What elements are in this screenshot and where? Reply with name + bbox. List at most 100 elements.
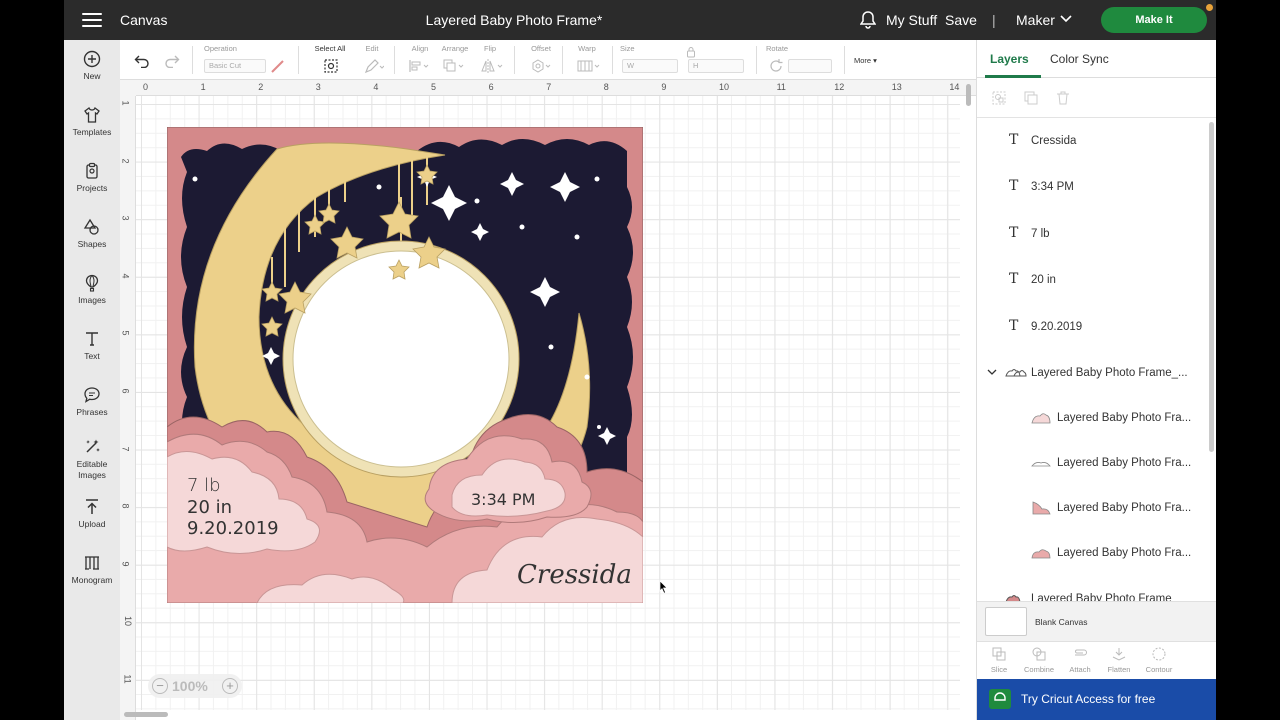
- layer-row-text[interactable]: T 9.20.2019: [977, 305, 1207, 349]
- layers-scrollbar[interactable]: [1209, 122, 1214, 452]
- layer-row-text[interactable]: T 3:34 PM: [977, 165, 1207, 209]
- layer-name: Layered Baby Photo Fra...: [1057, 457, 1192, 469]
- chevron-down-icon[interactable]: [987, 367, 997, 377]
- warp-group[interactable]: Warp: [572, 44, 602, 53]
- layer-name: Cressida: [1031, 135, 1077, 147]
- sidebar-item-editable-images[interactable]: Editable Images: [64, 438, 120, 498]
- layer-name: Layered Baby Photo Fra...: [1057, 412, 1192, 424]
- combine-button[interactable]: Combine: [1019, 646, 1059, 674]
- photo-window[interactable]: [292, 250, 510, 468]
- sidebar-item-phrases[interactable]: Phrases: [64, 386, 120, 438]
- edit-group[interactable]: Edit: [358, 44, 386, 53]
- attach-button[interactable]: Attach: [1060, 646, 1100, 674]
- ruler-mark: 3: [315, 82, 321, 92]
- layer-row-text[interactable]: T 7 lb: [977, 212, 1207, 256]
- sidebar-item-text[interactable]: Text: [64, 330, 120, 382]
- machine-selector[interactable]: Maker: [1016, 12, 1055, 28]
- weight-text[interactable]: 7 lb: [187, 475, 221, 496]
- ruler-mark: 9: [120, 561, 131, 567]
- sidebar-item-label: Phrases: [76, 407, 108, 417]
- baby-photo-frame-design[interactable]: 7 lb 20 in 9.20.2019 3:34 PM Cressida: [167, 127, 643, 603]
- size-label: Size: [620, 44, 635, 53]
- slice-button[interactable]: Slice: [979, 646, 1019, 674]
- layer-row-group[interactable]: Layered Baby Photo Frame: [977, 577, 1207, 601]
- contour-icon: [1152, 647, 1166, 661]
- sidebar-item-upload[interactable]: Upload: [64, 498, 120, 550]
- duplicate-icon[interactable]: [1023, 90, 1039, 106]
- save-button[interactable]: Save: [945, 12, 977, 28]
- lock-icon[interactable]: [686, 46, 696, 58]
- edit-pencil-icon[interactable]: [364, 58, 384, 74]
- offset-group[interactable]: Offset: [526, 44, 556, 53]
- length-text[interactable]: 20 in: [187, 497, 232, 518]
- date-text[interactable]: 9.20.2019: [187, 518, 279, 539]
- offset-icon[interactable]: [530, 58, 554, 74]
- width-input[interactable]: W: [622, 59, 678, 73]
- canvas-area[interactable]: 0 1 2 3 4 5 6 7 8 9 10 11 12 13 14 1 2 3 4 5 6 7 8 9 10 11: [120, 80, 976, 720]
- toolbar-divider: [394, 46, 395, 74]
- align-group[interactable]: Align: [406, 44, 434, 53]
- blank-canvas-label: Blank Canvas: [1035, 617, 1088, 627]
- flip-icon[interactable]: [480, 58, 506, 74]
- warp-icon[interactable]: [576, 58, 602, 74]
- text-t-icon: T: [1009, 178, 1019, 194]
- ruler-mark: 6: [120, 388, 131, 394]
- sidebar-item-templates[interactable]: Templates: [64, 106, 120, 158]
- blank-canvas-thumb[interactable]: [985, 607, 1027, 636]
- group-icon[interactable]: [991, 90, 1007, 106]
- arrange-icon[interactable]: [442, 58, 468, 74]
- hamburger-menu-icon[interactable]: [82, 13, 102, 27]
- tab-color-sync[interactable]: Color Sync: [1050, 52, 1109, 66]
- select-all-button[interactable]: Select All: [310, 44, 350, 53]
- layer-row-text[interactable]: T 20 in: [977, 258, 1207, 302]
- flatten-button[interactable]: Flatten: [1099, 646, 1139, 674]
- rotate-input[interactable]: [788, 59, 832, 73]
- text-t-icon: [86, 332, 98, 346]
- name-text[interactable]: Cressida: [517, 560, 632, 590]
- layer-name: Layered Baby Photo Frame_...: [1031, 367, 1188, 379]
- rotate-icon[interactable]: [768, 58, 784, 74]
- chevron-down-icon[interactable]: [1060, 14, 1072, 24]
- horizontal-scrollbar[interactable]: [124, 712, 168, 717]
- my-stuff-link[interactable]: My Stuff: [886, 12, 937, 28]
- time-text[interactable]: 3:34 PM: [471, 490, 535, 509]
- zoom-in-button[interactable]: +: [222, 678, 238, 694]
- height-input[interactable]: H: [688, 59, 744, 73]
- contour-button[interactable]: Contour: [1139, 646, 1179, 674]
- layer-row-child[interactable]: Layered Baby Photo Fra...: [977, 441, 1207, 485]
- sidebar-item-new[interactable]: New: [64, 50, 120, 102]
- layer-row-child[interactable]: Layered Baby Photo Fra...: [977, 531, 1207, 575]
- layer-row-child[interactable]: Layered Baby Photo Fra...: [977, 396, 1207, 440]
- tab-layers[interactable]: Layers: [990, 52, 1029, 66]
- zoom-level: 100%: [172, 678, 208, 694]
- operation-select[interactable]: Basic Cut: [204, 59, 266, 73]
- layer-name: Layered Baby Photo Fra...: [1057, 547, 1192, 559]
- redo-icon[interactable]: [164, 54, 180, 68]
- zoom-out-button[interactable]: −: [152, 678, 168, 694]
- sidebar-item-shapes[interactable]: Shapes: [64, 218, 120, 270]
- sidebar-item-projects[interactable]: Projects: [64, 162, 120, 214]
- blank-canvas-row[interactable]: Blank Canvas: [977, 601, 1216, 641]
- pen-color-icon[interactable]: [270, 58, 286, 74]
- layer-row-child[interactable]: Layered Baby Photo Fra...: [977, 486, 1207, 530]
- cricut-access-banner[interactable]: Try Cricut Access for free: [977, 679, 1216, 720]
- ruler-mark: 11: [122, 674, 133, 684]
- more-button[interactable]: More ▾: [854, 56, 888, 65]
- layer-row-group[interactable]: Layered Baby Photo Frame_...: [977, 351, 1207, 395]
- flatten-icon: [1112, 648, 1126, 661]
- vertical-ruler: 1 2 3 4 5 6 7 8 9 10 11: [120, 96, 136, 720]
- select-all-icon[interactable]: [323, 58, 339, 74]
- bell-icon[interactable]: [860, 11, 876, 29]
- align-icon[interactable]: [408, 59, 432, 73]
- undo-icon[interactable]: [134, 54, 150, 68]
- sidebar-item-monogram[interactable]: Monogram: [64, 554, 120, 606]
- trash-icon[interactable]: [1055, 90, 1071, 106]
- layer-row-text[interactable]: T Cressida: [977, 119, 1207, 163]
- arrange-group[interactable]: Arrange: [438, 44, 472, 53]
- make-it-button[interactable]: Make It: [1101, 7, 1207, 33]
- cricut-access-icon: [989, 689, 1011, 709]
- sidebar-item-images[interactable]: Images: [64, 274, 120, 326]
- vertical-scrollbar[interactable]: [966, 84, 971, 106]
- sidebar-item-label: Templates: [72, 127, 112, 137]
- flip-group[interactable]: Flip: [478, 44, 502, 53]
